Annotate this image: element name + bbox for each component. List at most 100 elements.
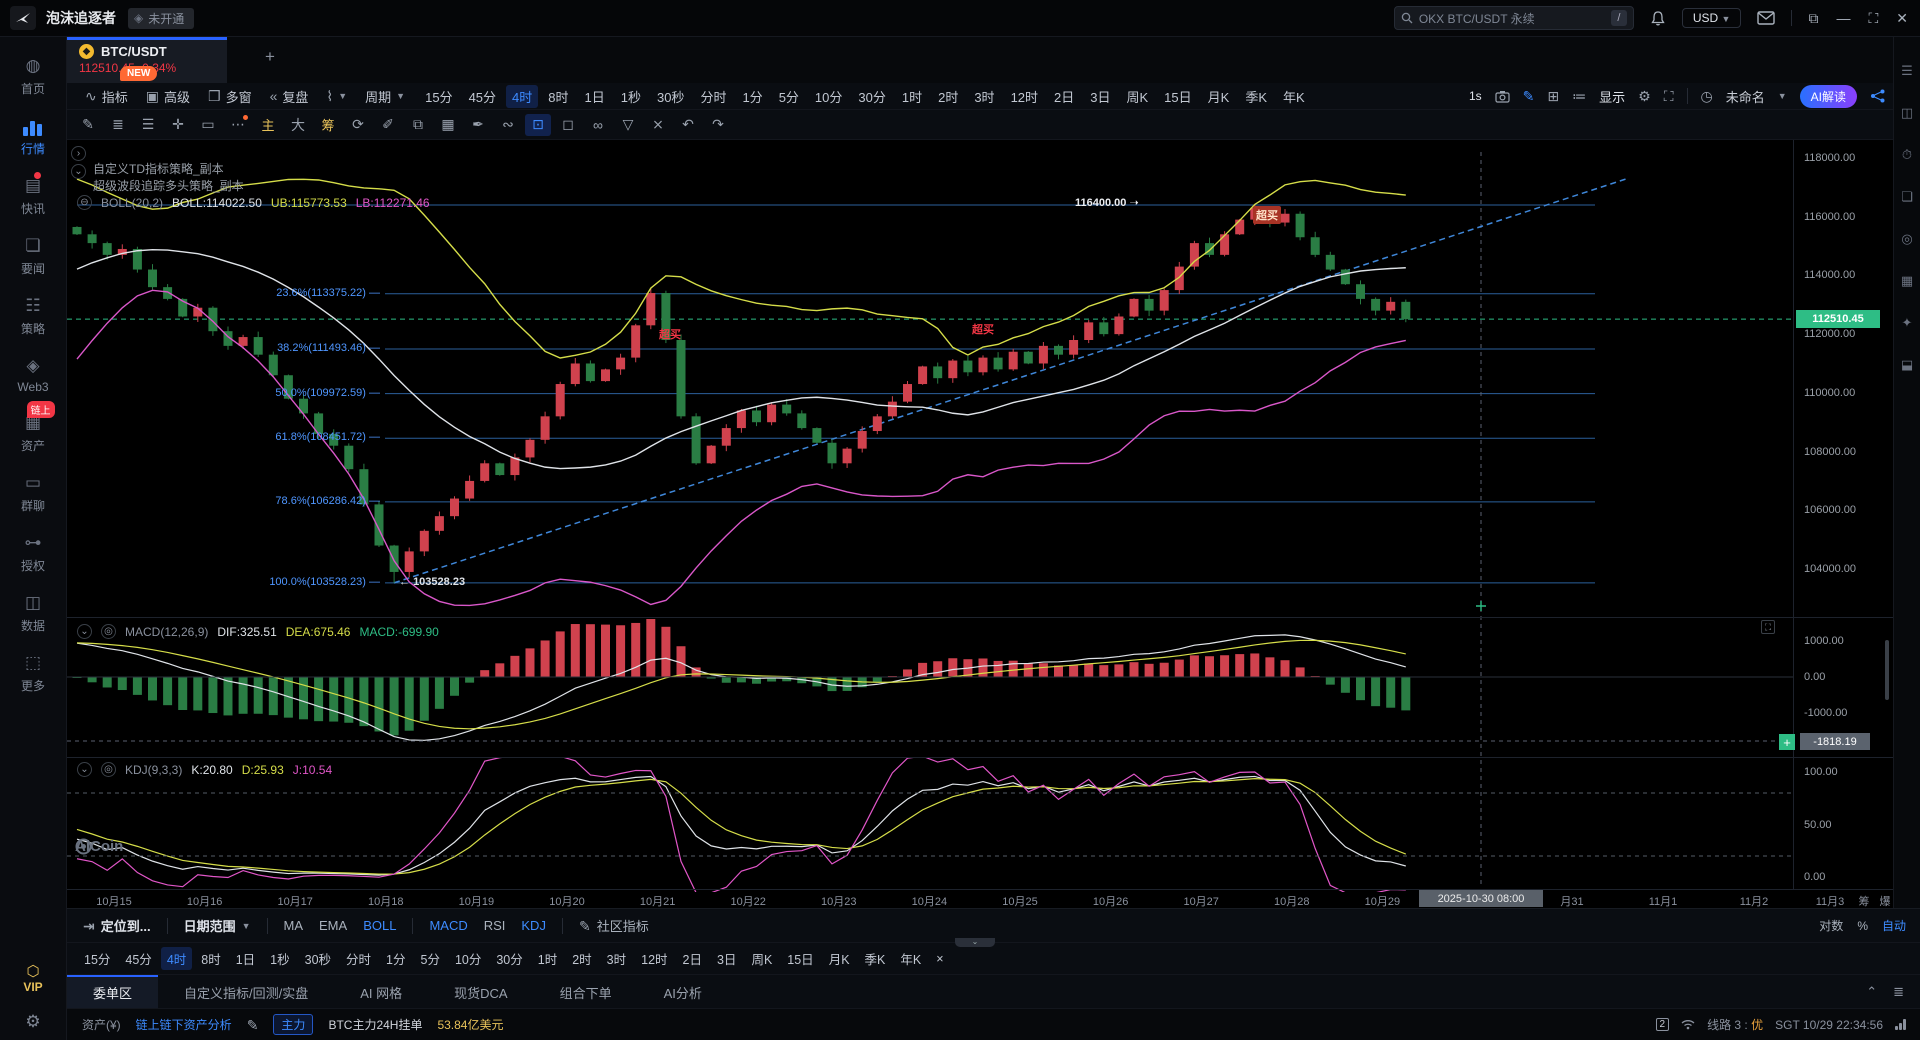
favorites-icon[interactable]: ✦: [1902, 315, 1913, 331]
download-icon[interactable]: ⬓: [1901, 357, 1913, 373]
settings-gear-icon[interactable]: ⚙: [25, 1012, 40, 1032]
date-range-button[interactable]: 日期范围 ▼: [184, 916, 251, 935]
magnet-lock-icon[interactable]: ⊡: [525, 114, 551, 136]
add-panel-icon[interactable]: ⊞: [1547, 89, 1559, 103]
sidebar-item-news[interactable]: ▤快讯: [17, 174, 48, 217]
macd-alert-icon[interactable]: ◎: [101, 624, 116, 639]
timeframe-周K[interactable]: 周K: [745, 947, 778, 970]
log-scale-toggle[interactable]: 对数: [1819, 917, 1843, 934]
macd-add-button[interactable]: +: [1779, 734, 1795, 750]
timeframe-分时[interactable]: 分时: [694, 85, 732, 108]
expand-chevron-icon[interactable]: ⌄: [71, 164, 86, 179]
close-icon[interactable]: ✕: [1896, 10, 1908, 27]
bottom-tab-自定义指标/回测/实盘[interactable]: 自定义指标/回测/实盘: [158, 975, 334, 1008]
search-input[interactable]: OKX BTC/USDT 永续 /: [1394, 6, 1634, 30]
timeframe-季K[interactable]: 季K: [1239, 85, 1273, 108]
sidebar-item-doc[interactable]: ❏要闻: [17, 234, 48, 277]
bottom-tab-AI分析[interactable]: AI分析: [638, 975, 728, 1008]
mail-icon[interactable]: [1757, 11, 1775, 25]
strategy-label-2[interactable]: 超级波段追踪多头策略_副本: [93, 177, 244, 194]
timeframe-1时[interactable]: 1时: [532, 947, 563, 970]
timeframe-1日[interactable]: 1日: [579, 85, 611, 108]
axis-extra-toggle[interactable]: 爆: [1880, 893, 1891, 909]
sidebar-item-chat[interactable]: ▭群聊: [17, 471, 48, 514]
delete-icon[interactable]: ⨯: [645, 114, 671, 136]
timeframe-8时[interactable]: 8时: [195, 947, 226, 970]
timeframe-15日[interactable]: 15日: [1158, 85, 1197, 108]
sidebar-item-wallet[interactable]: ▦资产链上: [17, 411, 48, 454]
comment-icon[interactable]: ◻: [555, 114, 581, 136]
timeframe-1时[interactable]: 1时: [896, 85, 928, 108]
indicators-button[interactable]: ∿指标: [85, 87, 128, 106]
timeframe-45分[interactable]: 45分: [463, 85, 502, 108]
sidebar-item-more[interactable]: ⬚更多: [17, 651, 48, 694]
timeframe-年K[interactable]: 年K: [1277, 85, 1311, 108]
trend-lines-icon[interactable]: ≣: [105, 114, 131, 136]
collapse-chevron-icon[interactable]: ›: [71, 146, 86, 161]
layout-name[interactable]: 未命名: [1726, 87, 1765, 106]
not-activated-badge[interactable]: ◈ 未开通: [128, 8, 194, 29]
timeframe-15分[interactable]: 15分: [78, 947, 116, 970]
chips-distribution-glyph[interactable]: 筹: [315, 114, 341, 136]
curve-icon[interactable]: ∾: [495, 114, 521, 136]
macd-collapse-icon[interactable]: ⌄: [77, 624, 92, 639]
popout-window-icon[interactable]: ⧉: [1808, 10, 1818, 27]
community-indicators-button[interactable]: ✎ 社区指标: [579, 916, 649, 935]
shapes-icon[interactable]: ▭: [195, 114, 221, 136]
chart-svg[interactable]: [67, 140, 1893, 908]
timeframe-10分[interactable]: 10分: [809, 85, 848, 108]
sidebar-item-home[interactable]: ◍首页: [17, 54, 48, 97]
kline-panel-icon[interactable]: ◫: [1901, 105, 1913, 121]
timeframe-2时[interactable]: 2时: [566, 947, 597, 970]
timeframe-季K[interactable]: 季K: [859, 947, 892, 970]
sidebar-item-vip[interactable]: ⬡ VIP: [23, 962, 42, 994]
axis-extra-toggle[interactable]: 筹: [1859, 893, 1870, 909]
indicator-toggle-macd[interactable]: MACD: [429, 918, 467, 933]
timeframe-8时[interactable]: 8时: [542, 85, 574, 108]
fullscreen-icon[interactable]: ⛶: [1664, 89, 1674, 103]
indicator-toggle-kdj[interactable]: KDJ: [521, 918, 546, 933]
auto-scale-toggle[interactable]: 自动: [1882, 917, 1906, 934]
locate-button[interactable]: ⇥ 定位到...: [83, 916, 151, 935]
indicator-toggle-rsi[interactable]: RSI: [484, 918, 506, 933]
edit-status-icon[interactable]: ✎: [247, 1018, 259, 1032]
note-icon[interactable]: ❏: [1901, 189, 1913, 205]
redo-icon[interactable]: ↷: [705, 114, 731, 136]
percent-scale-toggle[interactable]: %: [1857, 919, 1868, 933]
notification-bell-icon[interactable]: [1650, 10, 1666, 27]
timeframe-1分[interactable]: 1分: [736, 85, 768, 108]
timeframe-3时[interactable]: 3时: [968, 85, 1000, 108]
pane-maximize-icon[interactable]: ⛶: [1761, 620, 1775, 634]
timeframe-1日[interactable]: 1日: [230, 947, 261, 970]
timeframe-2日[interactable]: 2日: [1048, 85, 1080, 108]
sidebar-item-data[interactable]: ◫数据: [17, 591, 48, 634]
filter-icon[interactable]: ▽: [615, 114, 641, 136]
timeframe-月K[interactable]: 月K: [823, 947, 856, 970]
ai-analysis-button[interactable]: AI解读: [1800, 85, 1857, 108]
assets-label[interactable]: 资产(¥): [82, 1016, 121, 1033]
gear-icon[interactable]: ⚙: [1638, 89, 1651, 103]
advanced-button[interactable]: ▣高级: [146, 87, 190, 106]
timeframe-2时[interactable]: 2时: [932, 85, 964, 108]
alert-icon[interactable]: ⏱: [1902, 147, 1912, 163]
channel-lines-icon[interactable]: ☰: [135, 114, 161, 136]
panel-list-icon[interactable]: ☰: [1901, 63, 1913, 79]
window-count-chip[interactable]: 2: [1656, 1018, 1670, 1031]
refresh-icon[interactable]: ⟳: [345, 114, 371, 136]
timeframe-3时[interactable]: 3时: [601, 947, 632, 970]
timeframe-15日[interactable]: 15日: [781, 947, 819, 970]
cross-line-icon[interactable]: ✛: [165, 114, 191, 136]
pen-icon[interactable]: ✒: [465, 114, 491, 136]
timeframe-12时[interactable]: 12时: [1005, 85, 1044, 108]
timeframe-4时[interactable]: 4时: [161, 947, 192, 970]
bottom-tab-现货DCA[interactable]: 现货DCA: [428, 975, 533, 1008]
timeframe-1分[interactable]: 1分: [380, 947, 411, 970]
calendar-icon[interactable]: ▦: [1901, 273, 1913, 289]
panel-menu-icon[interactable]: ≣: [1893, 984, 1904, 1000]
panel-collapse-handle[interactable]: ⌄: [955, 938, 995, 947]
edit-pencil-icon[interactable]: ✎: [1523, 89, 1535, 103]
currency-selector[interactable]: USD ▼: [1682, 8, 1742, 28]
large-chart-glyph[interactable]: 大: [285, 114, 311, 136]
timeframe-30秒[interactable]: 30秒: [299, 947, 337, 970]
timeframe-3日[interactable]: 3日: [711, 947, 742, 970]
